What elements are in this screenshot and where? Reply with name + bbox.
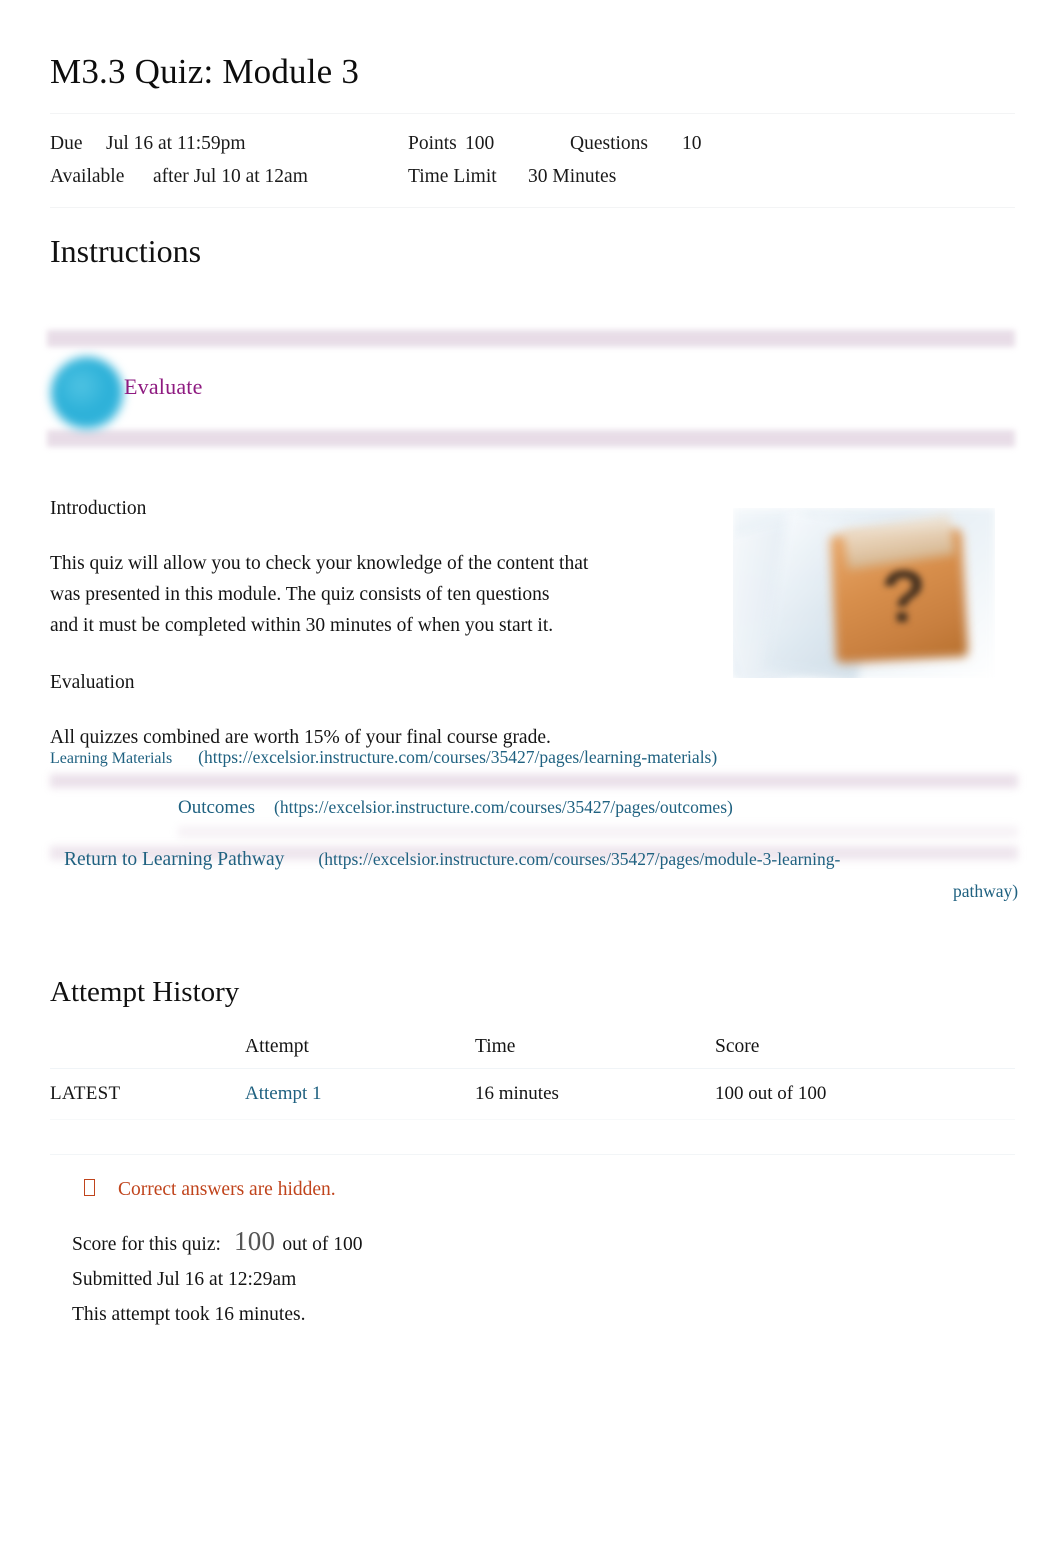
links-stripe-1 xyxy=(50,774,1018,788)
intro-line-3: and it must be completed within 30 minut… xyxy=(50,615,554,636)
missing-glyph-icon xyxy=(84,1179,95,1196)
link-label-return-to-learning-pathway[interactable]: Return to Learning Pathway xyxy=(64,849,284,870)
time-limit-label: Time Limit xyxy=(408,166,497,187)
intro-line-2: was presented in this module. The quiz c… xyxy=(50,584,550,605)
link-label-outcomes[interactable]: Outcomes xyxy=(178,797,255,818)
correct-answers-hidden-notice: Correct answers are hidden. xyxy=(84,1178,336,1201)
column-header-attempt: Attempt xyxy=(245,1036,309,1057)
notice-text: Correct answers are hidden. xyxy=(118,1179,336,1200)
score-label: Score for this quiz: xyxy=(72,1234,221,1255)
link-row-outcomes[interactable]: Outcomes (https://excelsior.instructure.c… xyxy=(178,792,1018,823)
questions-value: 10 xyxy=(682,133,702,154)
due-value: Jul 16 at 11:59pm xyxy=(106,133,246,154)
time-limit-value: 30 Minutes xyxy=(528,166,617,187)
attempt-history-table: Attempt Time Score LATEST Attempt 1 16 m… xyxy=(50,1030,1015,1120)
links-stripe-2 xyxy=(178,826,1018,838)
score-value: 100 xyxy=(233,1226,276,1256)
score-out-of: out of 100 xyxy=(282,1234,363,1255)
instructions-heading: Instructions xyxy=(50,233,202,269)
available-label: Available xyxy=(50,166,125,187)
attempt-table-spacer-row xyxy=(50,1112,1015,1155)
banner-stripe-bottom xyxy=(47,430,1015,447)
quiz-meta-row-2: Available after Jul 10 at 12am Time Limi… xyxy=(50,160,1015,193)
table-header-row: Attempt Time Score xyxy=(50,1030,1015,1069)
column-header-kept xyxy=(50,1030,245,1069)
banner-stripe-top xyxy=(47,330,1015,347)
quiz-meta-band: Due Jul 16 at 11:59pm Points 100 Questio… xyxy=(50,113,1015,208)
score-summary: Score for this quiz: 100 out of 100 Submit… xyxy=(72,1226,363,1330)
link-url-outcomes: (https://excelsior.instructure.com/cours… xyxy=(274,797,733,817)
available-value: after Jul 10 at 12am xyxy=(153,166,308,187)
column-header-time: Time xyxy=(475,1036,516,1057)
question-mark-icon: ? xyxy=(881,555,927,638)
link-url-tail-return-to-learning-pathway: pathway) xyxy=(953,881,1019,901)
attempt-history-heading: Attempt History xyxy=(50,976,240,1008)
submitted-line: Submitted Jul 16 at 12:29am xyxy=(72,1269,297,1290)
score-line: Score for this quiz: 100 out of 100 xyxy=(72,1226,363,1260)
points-value: 100 xyxy=(465,133,495,154)
instructions-body: Introduction This quiz will allow you to… xyxy=(50,493,690,778)
circle-icon xyxy=(51,357,123,429)
points-label: Points xyxy=(408,133,457,154)
link-url-learning-materials: (https://excelsior.instructure.com/cours… xyxy=(198,747,718,767)
link-url-return-to-learning-pathway: (https://excelsior.instructure.com/cours… xyxy=(318,849,841,869)
evaluation-heading: Evaluation xyxy=(50,672,135,693)
question-mark-box-image: ? xyxy=(733,508,995,678)
column-header-score: Score xyxy=(715,1036,760,1057)
link-row-learning-materials[interactable]: Learning Materials (https://excelsior.ins… xyxy=(50,742,1015,774)
page-title: M3.3 Quiz: Module 3 xyxy=(50,52,360,91)
quiz-meta-row-1: Due Jul 16 at 11:59pm Points 100 Questio… xyxy=(50,127,1015,160)
attempt-history-head: Attempt Time Score xyxy=(50,1030,1015,1069)
link-label-learning-materials[interactable]: Learning Materials xyxy=(50,750,172,767)
introduction-heading: Introduction xyxy=(50,498,147,519)
questions-label: Questions xyxy=(570,133,648,154)
evaluate-banner: Evaluate xyxy=(47,327,1015,447)
quiz-page: M3.3 Quiz: Module 3 Due Jul 16 at 11:59p… xyxy=(0,0,1062,1561)
link-row-return-to-learning-pathway[interactable]: Return to Learning Pathway (https://excel… xyxy=(64,844,1062,901)
intro-line-1: This quiz will allow you to check your k… xyxy=(50,553,589,574)
duration-line: This attempt took 16 minutes. xyxy=(72,1304,306,1325)
evaluate-label: Evaluate xyxy=(124,374,203,399)
introduction-paragraph: This quiz will allow you to check your k… xyxy=(50,548,690,641)
due-label: Due xyxy=(50,133,83,154)
attempt-1-link[interactable]: Attempt 1 xyxy=(245,1083,322,1104)
